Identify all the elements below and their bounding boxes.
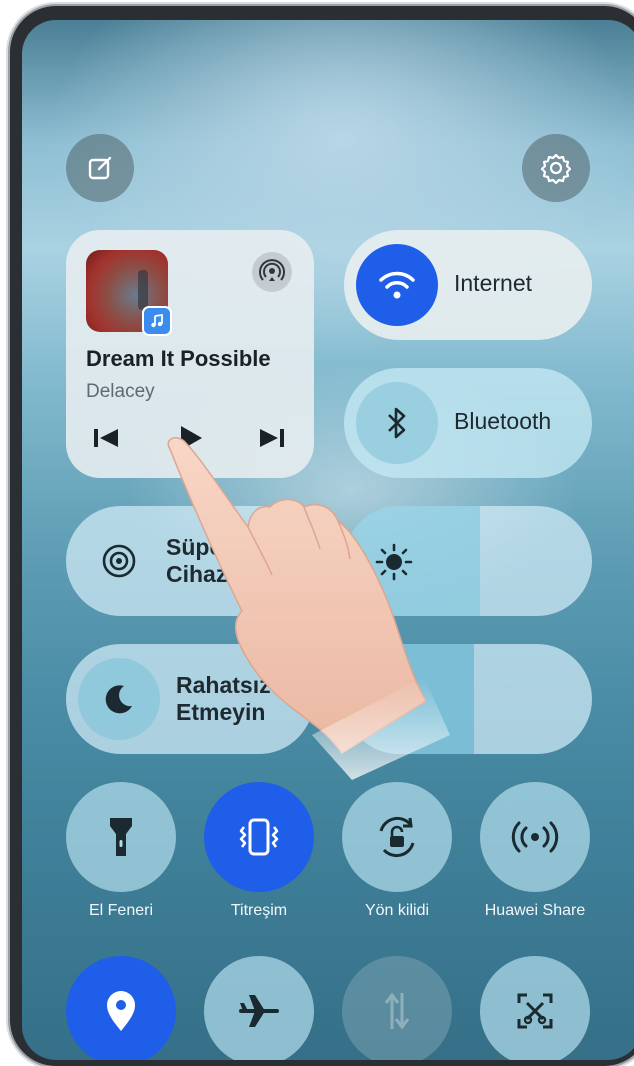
cast-button[interactable] <box>252 252 292 292</box>
edit-button[interactable] <box>66 134 134 202</box>
screenshot-icon <box>517 993 553 1029</box>
previous-icon <box>94 429 118 447</box>
track-artist: Delacey <box>86 381 155 402</box>
superdevice-icon <box>102 544 136 578</box>
huawei-share-label: Huawei Share <box>484 902 586 919</box>
settings-button[interactable] <box>522 134 590 202</box>
internet-toggle[interactable]: Internet <box>344 230 592 340</box>
rotation-lock-icon <box>379 816 415 858</box>
music-note-icon <box>151 313 163 328</box>
mobile-data-icon <box>384 992 410 1030</box>
music-app-badge <box>142 306 172 336</box>
screenshot-toggle[interactable] <box>480 956 590 1060</box>
share-waves-icon <box>511 821 559 853</box>
flashlight-toggle[interactable] <box>66 782 176 892</box>
rotation-lock-label: Yön kilidi <box>364 902 430 919</box>
control-panel: Dream It Possible Delacey Internet Bluet… <box>22 20 634 1060</box>
edit-square-icon <box>88 156 112 180</box>
flashlight-icon <box>110 818 132 856</box>
bluetooth-label: Bluetooth <box>454 408 552 434</box>
flashlight-label: El Feneri <box>88 902 154 919</box>
previous-button[interactable] <box>92 426 120 455</box>
moon-icon-holder <box>78 658 160 740</box>
vibrate-label: Titreşim <box>230 902 288 919</box>
superdevice-icon-holder <box>78 520 160 602</box>
audio-cast-icon <box>259 259 285 281</box>
mobile-data-toggle[interactable] <box>342 956 452 1060</box>
wifi-icon <box>379 271 415 299</box>
location-toggle[interactable] <box>66 956 176 1060</box>
vibrate-icon <box>239 818 279 856</box>
pointing-hand-illustration <box>167 437 450 780</box>
huawei-share-toggle[interactable] <box>480 782 590 892</box>
gear-icon <box>540 153 572 185</box>
location-icon <box>107 991 135 1031</box>
rotation-lock-toggle[interactable] <box>342 782 452 892</box>
wifi-icon-holder <box>356 244 438 326</box>
internet-label: Internet <box>454 270 532 296</box>
airplane-icon <box>239 995 279 1027</box>
airplane-toggle[interactable] <box>204 956 314 1060</box>
track-title: Dream It Possible <box>86 346 271 371</box>
moon-icon <box>105 685 132 714</box>
vibrate-toggle[interactable] <box>204 782 314 892</box>
